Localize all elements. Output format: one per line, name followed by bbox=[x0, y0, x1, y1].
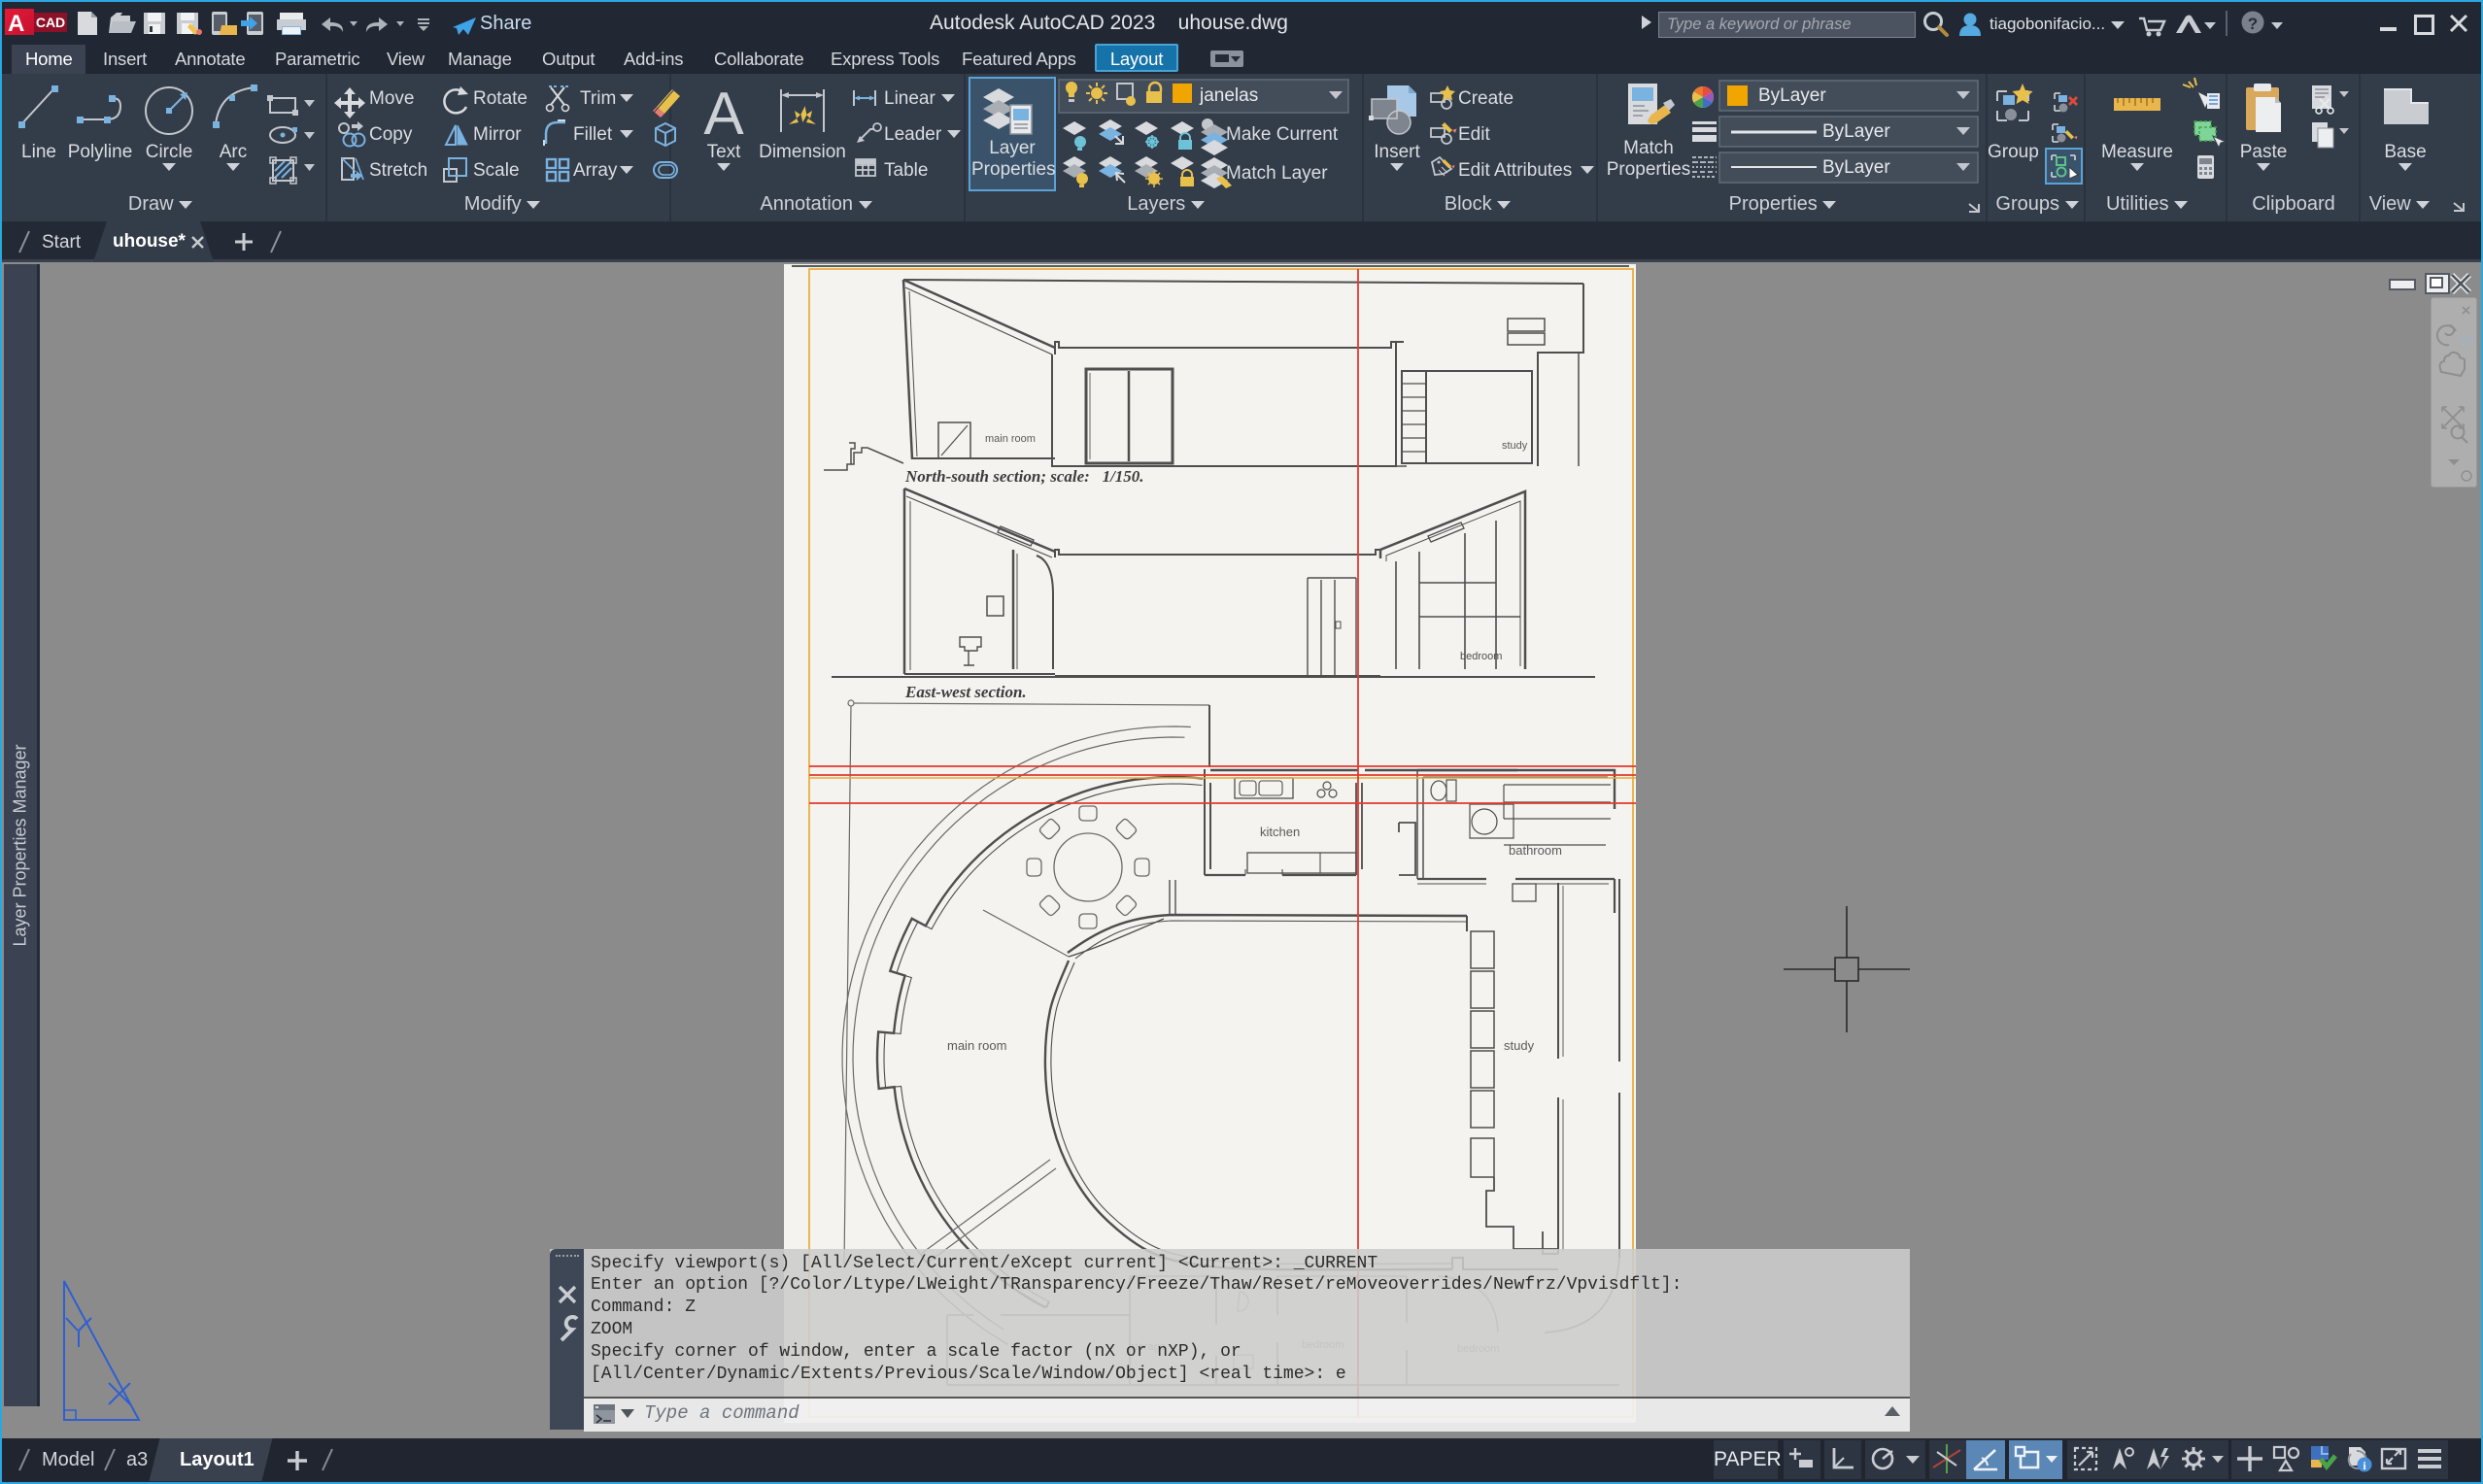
svg-text:2D: 2D bbox=[2461, 336, 2474, 348]
svg-text:study: study bbox=[1502, 440, 1528, 452]
svg-text:?: ? bbox=[2248, 15, 2258, 33]
svg-text:North-south section; scale:: North-south section; scale: 1/150. bbox=[904, 467, 1144, 486]
svg-text:study: study bbox=[1504, 1038, 1535, 1053]
svg-text:main room: main room bbox=[947, 1038, 1006, 1053]
svg-text:bathroom: bathroom bbox=[1509, 843, 1562, 858]
svg-text:bedroom: bedroom bbox=[1460, 651, 1502, 662]
svg-text:A: A bbox=[703, 81, 744, 148]
svg-text:East-west section.: East-west section. bbox=[904, 683, 1027, 701]
svg-text:main room: main room bbox=[985, 433, 1036, 445]
svg-text:kitchen: kitchen bbox=[1260, 825, 1300, 839]
